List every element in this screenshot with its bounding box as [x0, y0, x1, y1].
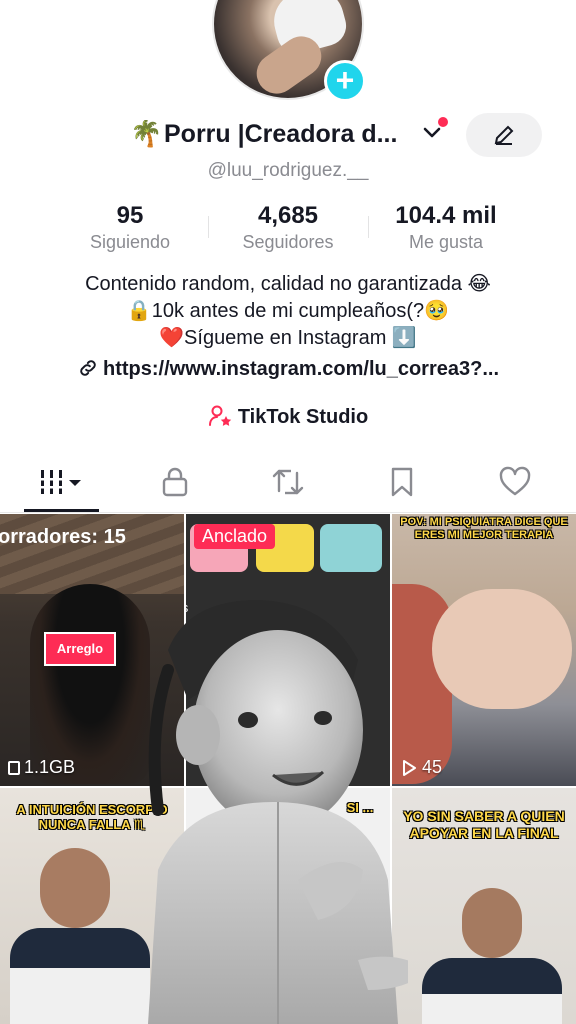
notification-dot — [438, 117, 448, 127]
bio-line-1: Contenido random, calidad no garantizada… — [85, 273, 491, 295]
followers-count: 4,685 — [257, 202, 319, 229]
bio-link[interactable]: https://www.instagram.com/lu_correa3?... — [0, 357, 576, 381]
video-tile-3[interactable]: POV: MI PSIQUIATRA DICE QUE ERES MI MEJO… — [392, 514, 576, 786]
username: @luu_rodriguez.__ — [207, 160, 369, 181]
tile3-views-text: 45 — [422, 757, 443, 777]
studio-person-icon — [208, 405, 232, 426]
stat-divider — [368, 216, 369, 238]
bio-line-2: 🔒10k antes de mi cumpleaños(?🥹 — [126, 300, 450, 322]
display-name-text: Porru |Creadora d... — [164, 120, 398, 148]
stat-followers[interactable]: 4,685 Seguidores — [218, 202, 358, 253]
drafts-size: 1.1GB — [8, 757, 75, 778]
profile-tabs — [0, 456, 576, 512]
tab-videos[interactable] — [4, 456, 119, 508]
tab-favorites[interactable] — [344, 456, 459, 508]
following-count: 95 — [116, 202, 144, 229]
likes-count: 104.4 mil — [395, 202, 497, 229]
storage-icon — [8, 760, 20, 775]
display-name[interactable]: 🌴 Porru |Creadora d... — [130, 120, 420, 149]
link-icon — [80, 360, 96, 376]
stat-likes[interactable]: 104.4 mil Me gusta — [376, 202, 516, 253]
pencil-icon — [494, 125, 514, 145]
tile6-caption: YO SIN SABER A QUIEN APOYAR EN LA FINAL — [403, 808, 565, 841]
palm-emoji: 🌴 — [130, 120, 163, 148]
tile3-caption: POV: MI PSIQUIATRA DICE QUE ERES MI MEJO… — [400, 516, 568, 541]
drafts-count-label: orradores: 15 — [0, 526, 126, 548]
tab-private[interactable] — [117, 456, 232, 508]
lock-icon — [162, 467, 187, 497]
likes-label: Me gusta — [408, 232, 484, 252]
tabs-divider — [0, 512, 576, 513]
stat-divider — [208, 216, 209, 238]
grid-icon — [40, 470, 81, 494]
repost-icon — [272, 469, 303, 495]
edit-profile-button[interactable] — [466, 113, 542, 157]
video-tile-6[interactable]: YO SIN SABER A QUIEN APOYAR EN LA FINAL — [392, 788, 576, 1024]
add-story-button[interactable]: + — [324, 60, 366, 102]
tab-reposts[interactable] — [230, 456, 345, 508]
studio-label: TikTok Studio — [237, 406, 369, 428]
drafts-sticker: Arreglo — [44, 632, 116, 666]
bio-link-text: https://www.instagram.com/lu_correa3?... — [102, 358, 499, 380]
tiktok-studio-button[interactable]: TikTok Studio — [0, 404, 576, 429]
followers-label: Seguidores — [242, 232, 334, 252]
heart-icon — [499, 466, 530, 496]
pinned-badge: Anclado — [194, 524, 276, 549]
baby-sticker-image — [148, 600, 408, 1024]
bio-line-3: ❤️Sígueme en Instagram ⬇️ — [159, 327, 417, 349]
tab-liked[interactable] — [457, 456, 572, 508]
stat-following[interactable]: 95 Siguiendo — [70, 202, 190, 253]
following-label: Siguiendo — [89, 232, 171, 252]
bookmark-icon — [391, 467, 412, 497]
drafts-size-text: 1.1GB — [24, 757, 76, 777]
